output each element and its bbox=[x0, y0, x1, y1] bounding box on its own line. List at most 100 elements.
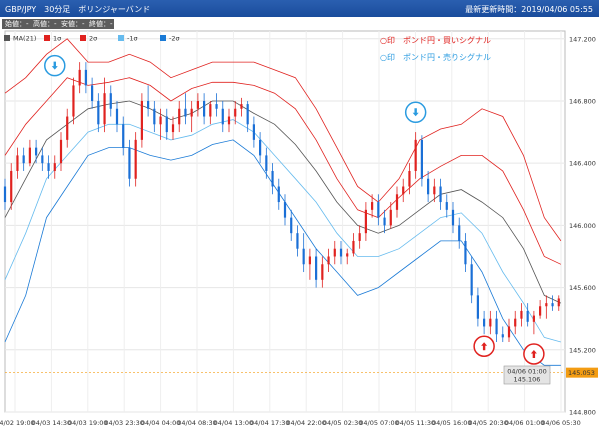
candle-body bbox=[501, 334, 504, 338]
x-tick-label: 04/06 05:30 bbox=[541, 419, 581, 427]
candle-body bbox=[72, 85, 75, 117]
candle-body bbox=[315, 256, 318, 280]
candle-body bbox=[134, 139, 137, 179]
candle-body bbox=[203, 100, 206, 117]
candle-body bbox=[539, 306, 542, 316]
candle-body bbox=[28, 147, 31, 164]
candle-body bbox=[271, 170, 274, 187]
candle-body bbox=[532, 315, 535, 322]
legend-label: 1σ bbox=[53, 35, 61, 43]
candle-body bbox=[16, 155, 19, 171]
legend-label: -2σ bbox=[169, 35, 180, 43]
candle-body bbox=[196, 100, 199, 109]
y-tick-label: 145.200 bbox=[569, 346, 596, 354]
candle-body bbox=[66, 116, 69, 140]
candle-body bbox=[520, 310, 523, 319]
candle-body bbox=[371, 202, 374, 210]
x-tick-label: 04/04 08:30 bbox=[177, 419, 217, 427]
candle-body bbox=[22, 155, 25, 164]
candle-body bbox=[171, 124, 175, 133]
x-tick-label: 04/04 04:00 bbox=[141, 419, 181, 427]
candle-body bbox=[35, 147, 38, 156]
candle-body bbox=[84, 69, 87, 86]
x-tick-label: 04/04 13:00 bbox=[214, 419, 254, 427]
y-tick-label: 144.800 bbox=[569, 409, 596, 417]
candle-body bbox=[545, 303, 548, 307]
x-tick-label: 04/05 16:00 bbox=[432, 419, 472, 427]
x-tick-label: 04/06 01:00 bbox=[505, 419, 545, 427]
candle-body bbox=[78, 69, 81, 86]
x-tick-label: 04/05 11:30 bbox=[396, 419, 436, 427]
candle-body bbox=[507, 326, 511, 338]
candle-body bbox=[557, 298, 560, 307]
candle-body bbox=[140, 100, 143, 140]
candle-body bbox=[240, 104, 243, 109]
candle-body bbox=[464, 240, 467, 265]
candle-body bbox=[165, 116, 168, 133]
x-tick-label: 04/02 19:00 bbox=[0, 419, 35, 427]
candle-body bbox=[339, 248, 343, 257]
candle-body bbox=[458, 225, 461, 241]
legend-label: 2σ bbox=[89, 35, 97, 43]
candle-body bbox=[377, 202, 380, 218]
candle-body bbox=[103, 93, 106, 125]
candle-body bbox=[333, 248, 336, 257]
legend-label: -1σ bbox=[127, 35, 138, 43]
candle-body bbox=[395, 194, 399, 210]
candle-body bbox=[246, 104, 249, 125]
candle-body bbox=[215, 104, 218, 109]
candle-body bbox=[514, 318, 517, 327]
candle-body bbox=[414, 139, 417, 171]
candle-body bbox=[41, 155, 44, 164]
candle-body bbox=[439, 186, 442, 203]
candle-body bbox=[451, 209, 455, 226]
candle-body bbox=[10, 170, 13, 203]
legend-label: MA(21) bbox=[13, 35, 36, 43]
candle-body bbox=[308, 256, 311, 265]
candle-body bbox=[551, 303, 554, 307]
crosshair-time: 04/06 01:00 bbox=[507, 368, 547, 376]
legend-swatch bbox=[4, 35, 10, 41]
candle-body bbox=[159, 116, 162, 125]
candle-body bbox=[178, 108, 181, 125]
candle-body bbox=[277, 186, 280, 203]
candle-body bbox=[302, 248, 305, 265]
crosshair-price: 145.106 bbox=[514, 376, 541, 384]
candle-body bbox=[97, 100, 100, 125]
x-tick-label: 04/03 23:30 bbox=[104, 419, 144, 427]
legend-swatch bbox=[118, 35, 124, 41]
candle-body bbox=[290, 217, 293, 234]
x-tick-label: 04/04 17:30 bbox=[250, 419, 290, 427]
candle-body bbox=[526, 310, 529, 322]
bollinger-chart[interactable]: 147.200 146.800 146.400 146.000 145.600 145.2… bbox=[0, 0, 599, 436]
candle-body bbox=[483, 318, 486, 327]
candle-body bbox=[147, 100, 150, 109]
candle-body bbox=[153, 108, 156, 125]
y-tick-label: 146.000 bbox=[569, 222, 596, 230]
candle-body bbox=[364, 209, 367, 234]
y-tick-label: 146.800 bbox=[569, 97, 596, 105]
y-tick-label: 146.400 bbox=[569, 160, 596, 168]
candle-body bbox=[265, 155, 268, 171]
candle-body bbox=[128, 147, 131, 179]
y-tick-label: 145.600 bbox=[569, 284, 596, 292]
candle-body bbox=[115, 108, 119, 125]
candle-body bbox=[358, 233, 361, 241]
legend-swatch bbox=[44, 35, 50, 41]
current-price-label: 145.053 bbox=[568, 369, 595, 377]
candle-body bbox=[91, 85, 94, 101]
candle-body bbox=[47, 163, 50, 171]
candle-body bbox=[476, 295, 479, 319]
candle-body bbox=[495, 318, 498, 335]
candle-body bbox=[327, 256, 330, 265]
candle-body bbox=[420, 139, 423, 179]
candle-body bbox=[190, 108, 193, 117]
candle-body bbox=[53, 163, 56, 171]
x-tick-label: 04/05 20:30 bbox=[468, 419, 508, 427]
candle-body bbox=[352, 240, 355, 254]
candle-body bbox=[321, 264, 324, 280]
x-tick-label: 04/04 22:00 bbox=[286, 419, 326, 427]
candle-body bbox=[433, 186, 436, 195]
candle-body bbox=[489, 318, 492, 327]
y-tick-label: 147.200 bbox=[569, 35, 596, 43]
